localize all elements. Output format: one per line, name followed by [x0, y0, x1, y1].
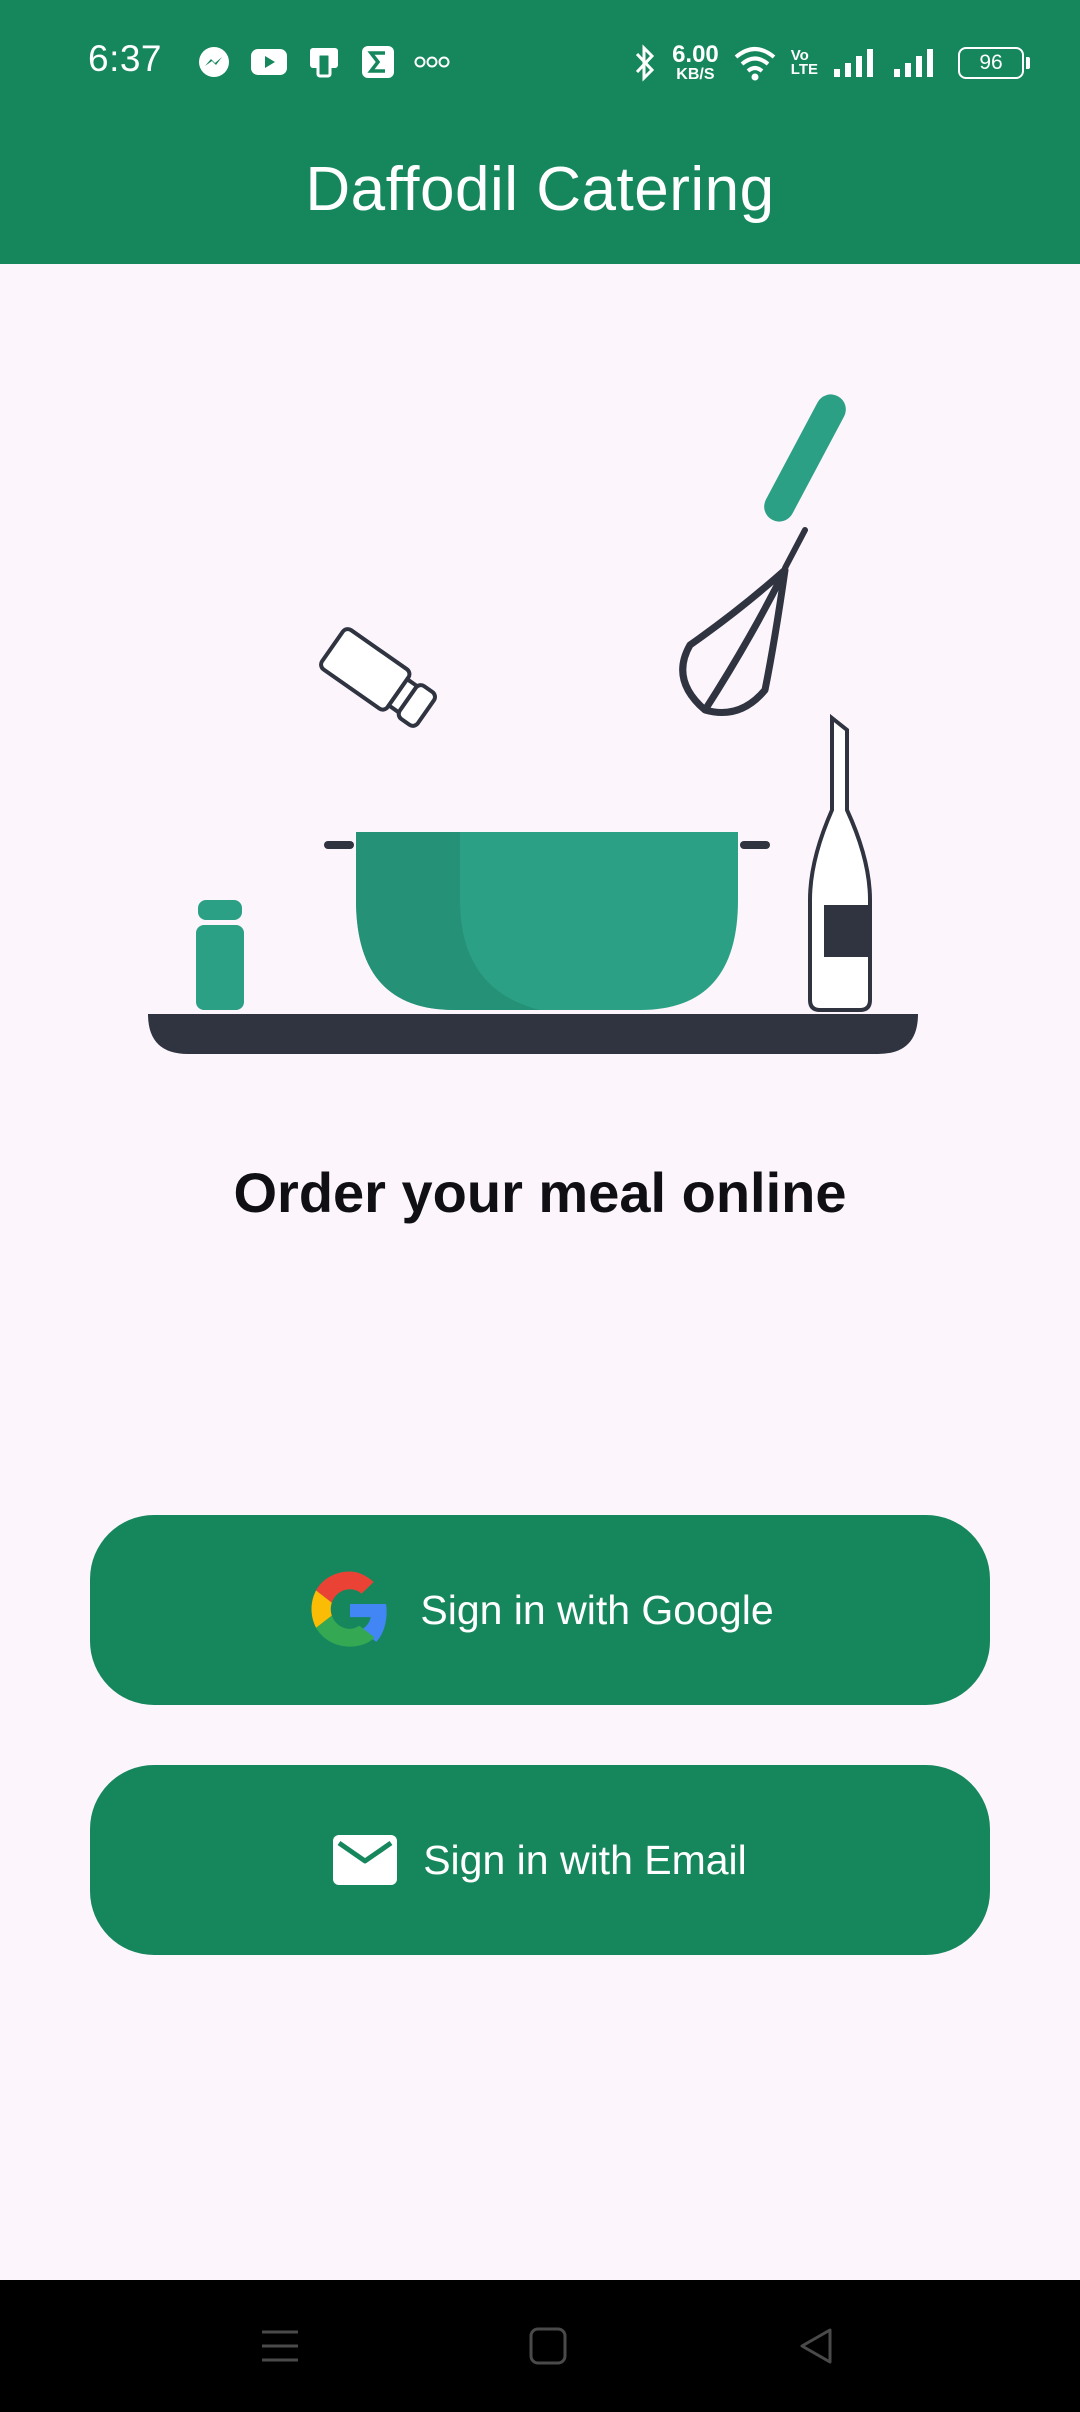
battery-indicator: 96: [958, 47, 1030, 79]
signal-2-icon: [894, 49, 933, 77]
app-bar: Daffodil Catering: [0, 120, 1080, 264]
menu-icon[interactable]: [220, 2280, 340, 2412]
whisk-icon: [679, 394, 846, 716]
sigma-icon: [362, 46, 394, 78]
network-speed-value: 6.00: [672, 41, 719, 68]
google-icon: [306, 1566, 394, 1654]
pot-icon: [356, 832, 738, 1010]
system-nav-bar: [0, 2280, 1080, 2412]
pot-handle-right: [740, 841, 770, 849]
bottle-icon: [808, 713, 872, 1012]
status-bar: 6:37 6.00 KB/S Vo LTE 96: [0, 0, 1080, 120]
tagline: Order your meal online: [233, 1161, 847, 1224]
status-time: 6:37: [88, 38, 163, 79]
salt-shaker-icon: [319, 627, 437, 728]
pot-handle-left: [324, 841, 354, 849]
bluetooth-icon: [635, 44, 655, 82]
more-dots-icon: [414, 56, 450, 68]
back-icon[interactable]: [756, 2280, 876, 2412]
sign-in-email-label: Sign in with Email: [423, 1836, 747, 1883]
sign-in-google-label: Sign in with Google: [420, 1586, 774, 1633]
volte-line2: LTE: [790, 61, 818, 78]
notification-icon: [310, 48, 338, 78]
status-right: 6.00 KB/S Vo LTE 96: [632, 38, 1030, 88]
email-icon: [333, 1835, 398, 1885]
signal-1-icon: [834, 49, 873, 77]
wifi-icon: [734, 47, 776, 81]
app-title: Daffodil Catering: [305, 155, 775, 224]
spice-jar-icon: [196, 900, 244, 1010]
youtube-icon: [251, 49, 287, 75]
network-speed-unit: KB/S: [676, 66, 715, 83]
sign-in-email-button[interactable]: Sign in with Email: [90, 1765, 990, 1955]
battery-level: 96: [979, 51, 1003, 74]
sign-in-google-button[interactable]: Sign in with Google: [90, 1515, 990, 1705]
notification-icons: [196, 40, 450, 84]
volte-indicator: Vo LTE: [790, 48, 818, 78]
cooking-illustration: [148, 394, 918, 1054]
home-icon[interactable]: [488, 2280, 608, 2412]
counter-tray: [148, 1014, 918, 1054]
messenger-icon: [199, 47, 229, 77]
network-speed: 6.00 KB/S: [672, 43, 719, 83]
